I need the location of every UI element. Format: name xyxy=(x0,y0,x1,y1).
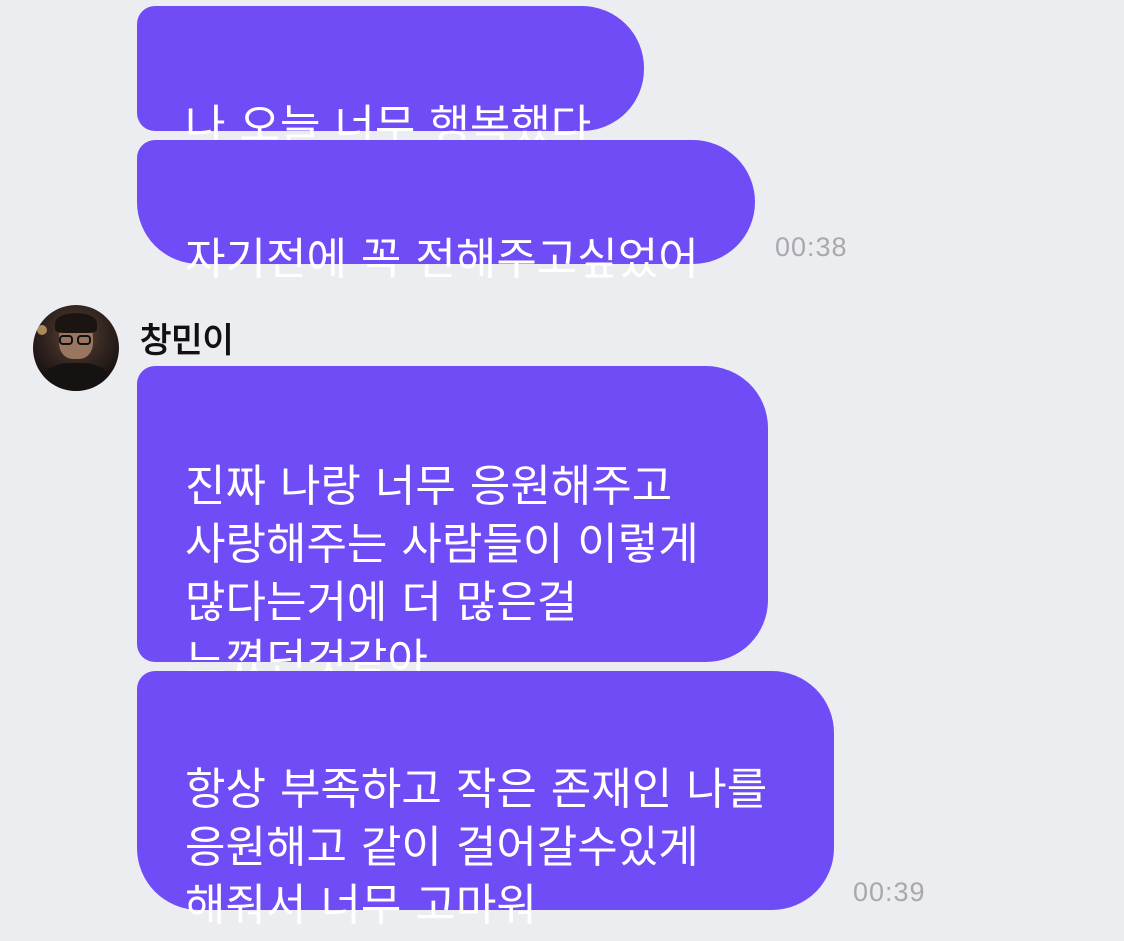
message-bubble[interactable]: 항상 부족하고 작은 존재인 나를 응원해고 같이 걸어갈수있게 해줘서 너무 … xyxy=(137,671,834,931)
message-timestamp: 00:39 xyxy=(853,877,926,907)
avatar-body xyxy=(43,363,109,391)
message-bubble[interactable]: 자기전에 꼭 전해주고싶었어 xyxy=(137,140,755,285)
sender-name[interactable]: 창민이 xyxy=(140,313,234,362)
avatar-glasses xyxy=(59,335,93,345)
message-bubble[interactable]: 나 오늘 너무 행복했다 xyxy=(137,6,644,152)
avatar-hair xyxy=(55,313,97,333)
message-text: 자기전에 꼭 전해주고싶었어 xyxy=(185,234,699,285)
message-text: 진짜 나랑 너무 응원해주고 사랑해주는 사람들이 이렇게 많다는거에 더 많은… xyxy=(185,461,699,686)
sender-avatar[interactable] xyxy=(33,305,119,391)
message-text: 항상 부족하고 작은 존재인 나를 응원해고 같이 걸어갈수있게 해줘서 너무 … xyxy=(185,764,768,931)
chat-window: 나 오늘 너무 행복했다 자기전에 꼭 전해주고싶었어 00:38 창민이 진짜… xyxy=(0,0,1124,941)
message-timestamp: 00:38 xyxy=(775,232,848,262)
message-bubble[interactable]: 진짜 나랑 너무 응원해주고 사랑해주는 사람들이 이렇게 많다는거에 더 많은… xyxy=(137,366,768,686)
avatar-background-light xyxy=(37,325,47,335)
